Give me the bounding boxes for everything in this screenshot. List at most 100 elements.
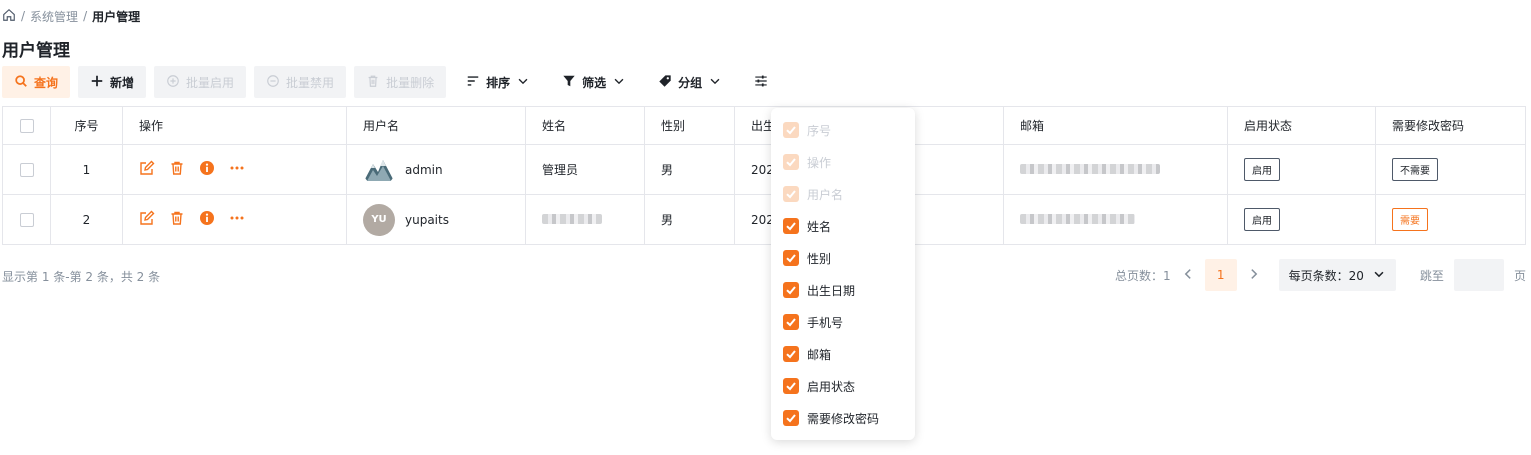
- column-option[interactable]: 性别: [771, 242, 915, 274]
- column-option-label: 性别: [807, 251, 832, 266]
- header-username[interactable]: 用户名: [346, 106, 526, 145]
- sort-icon: [466, 74, 480, 91]
- edit-icon[interactable]: [139, 160, 155, 179]
- column-option[interactable]: 启用状态: [771, 370, 915, 402]
- row-index: 1: [50, 144, 123, 195]
- blurred-email: [1020, 163, 1160, 174]
- column-option: 用户名: [771, 178, 915, 210]
- page-size-select[interactable]: 每页条数：20: [1278, 259, 1396, 291]
- trash-icon: [366, 74, 380, 91]
- pwd-change-badge: 不需要: [1392, 158, 1438, 181]
- select-all-cell[interactable]: [2, 106, 51, 145]
- info-icon[interactable]: [199, 160, 215, 179]
- batch-disable-button[interactable]: 批量禁用: [254, 66, 347, 98]
- avatar: [363, 153, 395, 186]
- page-button-current[interactable]: 1: [1204, 259, 1237, 291]
- row-pwd-cell: 需要: [1375, 194, 1526, 245]
- checkbox-checked-icon[interactable]: [783, 378, 799, 394]
- row-username-cell: admin: [346, 144, 526, 195]
- row-name: 管理员: [525, 144, 645, 195]
- row-checkbox[interactable]: [19, 162, 34, 177]
- batch-disable-label: 批量禁用: [286, 75, 335, 90]
- edit-icon[interactable]: [139, 210, 155, 229]
- header-status[interactable]: 启用状态: [1227, 106, 1376, 145]
- column-option[interactable]: 手机号: [771, 306, 915, 338]
- batch-delete-label: 批量删除: [386, 75, 435, 90]
- checkbox-checked-icon[interactable]: [783, 314, 799, 330]
- checkbox-checked-icon[interactable]: [783, 250, 799, 266]
- query-button[interactable]: 查询: [2, 66, 71, 98]
- row-gender: 男: [644, 194, 735, 245]
- user-table: 序号 操作 用户名 姓名 性别 出生 邮箱 启用状态 需要修改密码 1 admi…: [2, 106, 1526, 245]
- chevron-down-icon: [516, 74, 530, 91]
- next-page-icon[interactable]: [1247, 267, 1261, 284]
- total-pages: 总页数：1: [1115, 268, 1171, 283]
- row-email: [1003, 194, 1228, 245]
- status-badge: 启用: [1244, 208, 1280, 231]
- select-all-checkbox[interactable]: [19, 118, 34, 133]
- column-option[interactable]: 邮箱: [771, 338, 915, 370]
- add-label: 新增: [110, 75, 135, 90]
- table-row: 2 YU yupaits 男 202 启用 需要: [2, 194, 1526, 245]
- row-actions: [122, 144, 347, 195]
- row-name: [525, 194, 645, 245]
- header-pwd-change[interactable]: 需要修改密码: [1375, 106, 1526, 145]
- sort-button[interactable]: 排序: [454, 66, 542, 98]
- delete-icon[interactable]: [169, 160, 185, 179]
- row-select-cell[interactable]: [2, 144, 51, 195]
- add-button[interactable]: 新增: [78, 66, 147, 98]
- batch-enable-button[interactable]: 批量启用: [154, 66, 247, 98]
- home-icon[interactable]: [2, 8, 16, 25]
- checkbox-checked-icon[interactable]: [783, 346, 799, 362]
- checkbox-checked-icon: [783, 186, 799, 202]
- header-gender[interactable]: 性别: [644, 106, 735, 145]
- row-gender: 男: [644, 144, 735, 195]
- header-name[interactable]: 姓名: [525, 106, 645, 145]
- column-settings-button[interactable]: [742, 66, 780, 98]
- row-username-cell: YU yupaits: [346, 194, 526, 245]
- more-icon[interactable]: [229, 210, 245, 229]
- header-actions: 操作: [122, 106, 347, 145]
- header-email[interactable]: 邮箱: [1003, 106, 1228, 145]
- column-option[interactable]: 出生日期: [771, 274, 915, 306]
- column-option: 序号: [771, 114, 915, 146]
- column-option[interactable]: 需要修改密码: [771, 402, 915, 434]
- breadcrumb-current: 用户管理: [92, 9, 141, 24]
- row-select-cell[interactable]: [2, 194, 51, 245]
- breadcrumb: / 系统管理 / 用户管理: [2, 7, 140, 25]
- row-checkbox[interactable]: [19, 212, 34, 227]
- header-index[interactable]: 序号: [50, 106, 123, 145]
- row-email: [1003, 144, 1228, 195]
- column-option[interactable]: 姓名: [771, 210, 915, 242]
- prev-page-icon[interactable]: [1181, 267, 1195, 284]
- sort-label: 排序: [486, 75, 511, 90]
- group-button[interactable]: 分组: [646, 66, 734, 98]
- column-option-label: 用户名: [807, 187, 844, 202]
- delete-icon[interactable]: [169, 210, 185, 229]
- checkbox-checked-icon[interactable]: [783, 410, 799, 426]
- column-option-label: 邮箱: [807, 347, 832, 362]
- table-header-row: 序号 操作 用户名 姓名 性别 出生 邮箱 启用状态 需要修改密码: [2, 106, 1526, 145]
- checkbox-checked-icon[interactable]: [783, 218, 799, 234]
- status-badge: 启用: [1244, 158, 1280, 181]
- jump-page-input[interactable]: [1453, 259, 1504, 291]
- minus-circle-icon: [266, 74, 280, 91]
- chevron-down-icon: [1372, 267, 1386, 284]
- filter-button[interactable]: 筛选: [550, 66, 638, 98]
- batch-delete-button[interactable]: 批量删除: [354, 66, 447, 98]
- plus-icon: [90, 74, 104, 91]
- search-icon: [14, 74, 28, 91]
- page-title: 用户管理: [2, 41, 70, 61]
- column-option-label: 启用状态: [807, 379, 856, 394]
- column-option-label: 姓名: [807, 219, 832, 234]
- plus-circle-icon: [166, 74, 180, 91]
- info-icon[interactable]: [199, 210, 215, 229]
- pagination: 总页数：1 1 每页条数：20 跳至 页: [1115, 259, 1526, 291]
- more-icon[interactable]: [229, 160, 245, 179]
- column-option-label: 序号: [807, 123, 832, 138]
- column-option-label: 手机号: [807, 315, 844, 330]
- column-option-label: 出生日期: [807, 283, 856, 298]
- checkbox-checked-icon[interactable]: [783, 282, 799, 298]
- breadcrumb-system[interactable]: 系统管理: [30, 8, 78, 25]
- tag-icon: [658, 74, 672, 91]
